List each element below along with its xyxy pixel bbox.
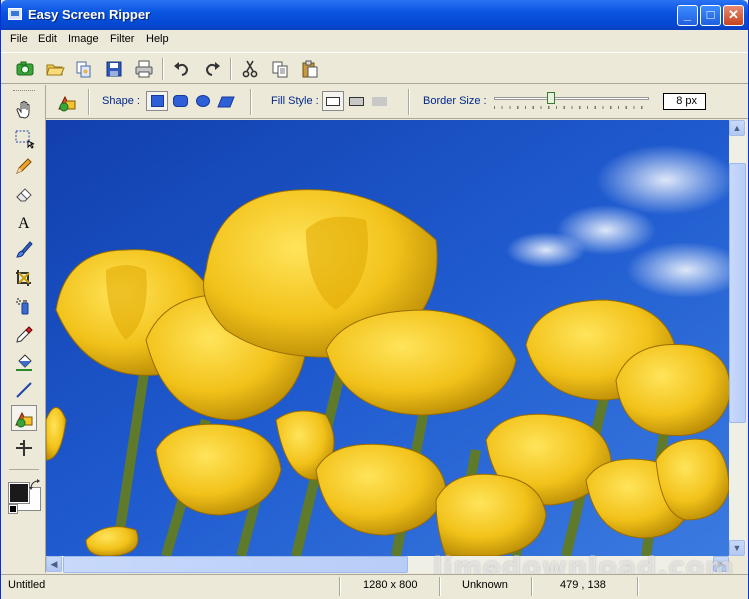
polygon-icon[interactable] (216, 91, 236, 111)
maximize-icon: □ (706, 7, 715, 22)
menu-image[interactable]: Image (68, 33, 99, 45)
svg-text:A: A (18, 215, 30, 232)
undo-icon[interactable] (172, 59, 192, 79)
paste-icon[interactable] (300, 59, 320, 79)
status-coords: 479 , 138 (560, 579, 606, 591)
current-tool-shape-icon (58, 95, 76, 112)
move-icon[interactable] (13, 437, 35, 459)
border-size-value[interactable]: 8 px (663, 93, 706, 110)
capture-icon[interactable] (15, 59, 35, 79)
status-filename: Untitled (8, 579, 46, 591)
pencil-icon[interactable] (13, 155, 35, 177)
swap-colors-icon[interactable] (29, 479, 41, 491)
copy-icon[interactable] (270, 59, 290, 79)
shape-icon (15, 411, 33, 428)
close-icon: ✕ (728, 7, 739, 22)
options-bar: Shape : Fill Style : Border Size : 8 px (46, 85, 748, 119)
vertical-scrollbar[interactable]: ▲ ▼ (729, 120, 746, 556)
print-icon[interactable] (134, 59, 154, 79)
cut-icon[interactable] (240, 59, 260, 79)
ellipse-icon (196, 95, 210, 107)
close-button[interactable]: ✕ (723, 5, 744, 26)
eraser-icon[interactable] (13, 183, 35, 205)
scroll-left-arrow[interactable]: ◀ (46, 556, 62, 572)
outline-filled-icon (349, 97, 364, 106)
copy-file-icon[interactable] (74, 59, 94, 79)
maximize-button[interactable]: □ (700, 5, 721, 26)
tulip-photo (46, 120, 729, 556)
options-separator (88, 89, 90, 115)
status-divider (637, 577, 639, 596)
fill-outline-filled-button[interactable] (347, 91, 367, 111)
solid-fill-icon (372, 97, 387, 106)
slider-ticks (494, 106, 649, 109)
window-title: Easy Screen Ripper (28, 7, 151, 22)
toolbar-separator (162, 58, 164, 80)
line-icon[interactable] (13, 379, 35, 401)
palette-divider (9, 469, 39, 470)
scroll-up-arrow[interactable]: ▲ (729, 120, 745, 136)
fill-style-label: Fill Style : (271, 95, 319, 107)
rectangle-icon (151, 95, 164, 107)
hand-icon[interactable] (13, 99, 35, 121)
text-icon[interactable]: A (13, 211, 35, 233)
minimize-button[interactable]: _ (677, 5, 698, 26)
options-separator (408, 89, 410, 115)
open-folder-icon[interactable] (45, 59, 65, 79)
menu-help[interactable]: Help (146, 33, 169, 45)
shape-rounded-rect-button[interactable] (172, 91, 190, 111)
spray-icon[interactable] (13, 295, 35, 317)
status-divider (439, 577, 441, 596)
status-dimensions: 1280 x 800 (363, 579, 418, 591)
main-toolbar (1, 52, 748, 84)
options-separator (250, 89, 252, 115)
border-size-slider-thumb[interactable] (547, 92, 555, 104)
minimize-icon: _ (683, 7, 692, 22)
image-canvas[interactable] (46, 120, 729, 556)
eyedropper-icon[interactable] (13, 323, 35, 345)
fill-bucket-icon[interactable] (13, 351, 35, 373)
app-window: Easy Screen Ripper _ □ ✕ File Edit Image… (0, 0, 749, 599)
menu-filter[interactable]: Filter (110, 33, 134, 45)
reset-colors-icon[interactable] (8, 504, 18, 514)
status-bar: Untitled 1280 x 800 Unknown 479 , 138 (1, 574, 748, 599)
menu-file[interactable]: File (10, 33, 28, 45)
title-bar[interactable]: Easy Screen Ripper _ □ ✕ (1, 0, 748, 30)
border-size-slider[interactable] (494, 97, 649, 100)
status-divider (339, 577, 341, 596)
shape-tool-button[interactable] (11, 405, 37, 431)
shape-rectangle-button[interactable] (146, 91, 168, 111)
primary-color-swatch[interactable] (8, 482, 30, 504)
vertical-scroll-thumb[interactable] (729, 163, 746, 423)
fill-outline-button[interactable] (322, 91, 344, 111)
menu-bar: File Edit Image Filter Help (1, 30, 748, 51)
save-icon[interactable] (104, 59, 124, 79)
palette-grip[interactable] (13, 90, 35, 93)
rounded-rectangle-icon (173, 95, 188, 107)
shape-label: Shape : (102, 95, 140, 107)
shape-ellipse-button[interactable] (194, 91, 212, 111)
crop-icon[interactable] (13, 267, 35, 289)
status-divider (531, 577, 533, 596)
app-icon (8, 8, 22, 20)
menu-edit[interactable]: Edit (38, 33, 57, 45)
brush-icon[interactable] (13, 239, 35, 261)
outline-fill-icon (326, 97, 340, 106)
select-rect-icon[interactable] (13, 127, 35, 149)
horizontal-scroll-thumb[interactable] (63, 556, 408, 573)
status-format: Unknown (462, 579, 508, 591)
redo-icon[interactable] (202, 59, 222, 79)
fill-solid-button[interactable] (370, 91, 390, 111)
toolbar-separator (230, 58, 232, 80)
tool-palette: A (1, 85, 46, 573)
border-size-label: Border Size : (423, 95, 487, 107)
